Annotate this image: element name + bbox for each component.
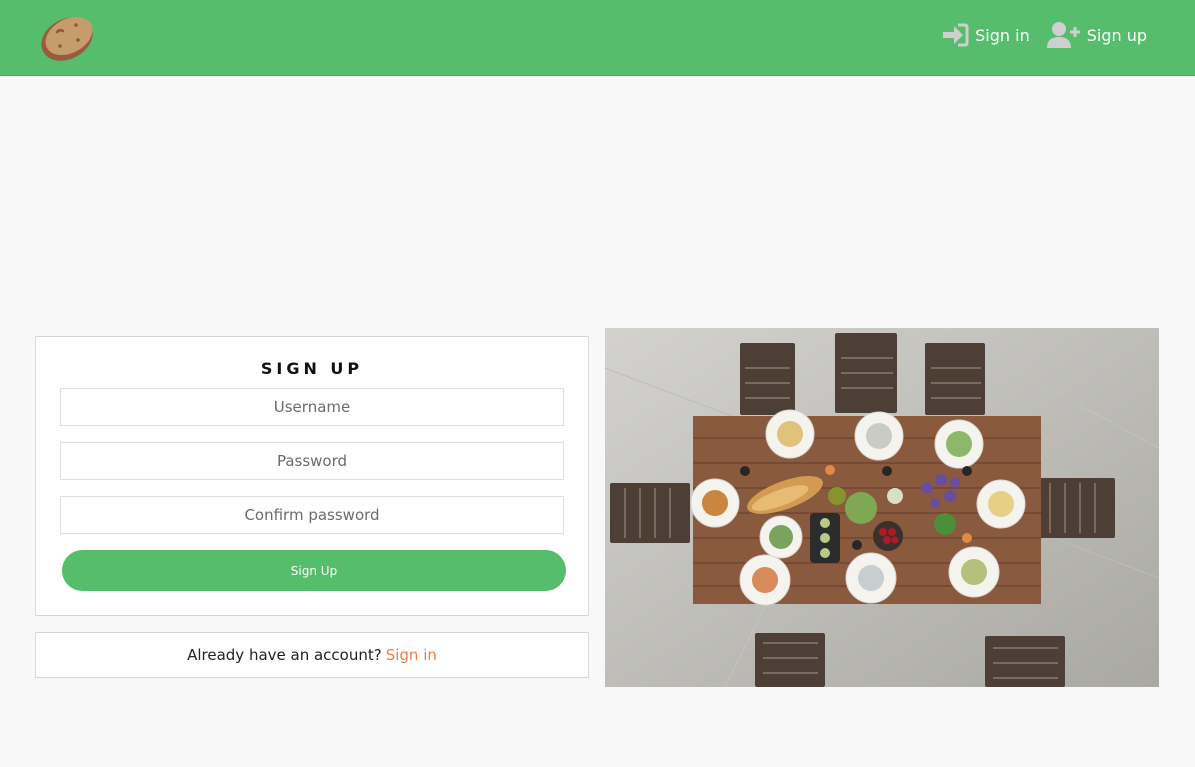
signin-prompt-box: Already have an account? Sign in [35, 632, 589, 678]
nav-sign-in-link[interactable]: Sign in [941, 22, 1030, 48]
nav-links: Sign in Sign up [941, 21, 1147, 49]
signin-prompt-text: Already have an account? [187, 646, 382, 664]
dining-table-photo [605, 328, 1159, 687]
form-title: SIGN UP [260, 359, 364, 378]
password-input[interactable] [60, 442, 564, 480]
nav-sign-in-label: Sign in [975, 25, 1030, 45]
nav-sign-up-link[interactable]: Sign up [1046, 21, 1147, 49]
sign-in-link[interactable]: Sign in [386, 646, 437, 664]
username-input[interactable] [60, 388, 564, 426]
signup-form-card: SIGN UP Sign Up [35, 336, 589, 616]
user-plus-icon [1046, 21, 1081, 49]
potato-logo-icon[interactable] [40, 10, 96, 64]
nav-sign-up-label: Sign up [1086, 25, 1147, 45]
top-navbar: Sign in Sign up [0, 0, 1195, 76]
sign-in-icon [941, 22, 969, 48]
confirm-password-input[interactable] [60, 496, 564, 534]
sign-up-button[interactable]: Sign Up [62, 550, 566, 591]
